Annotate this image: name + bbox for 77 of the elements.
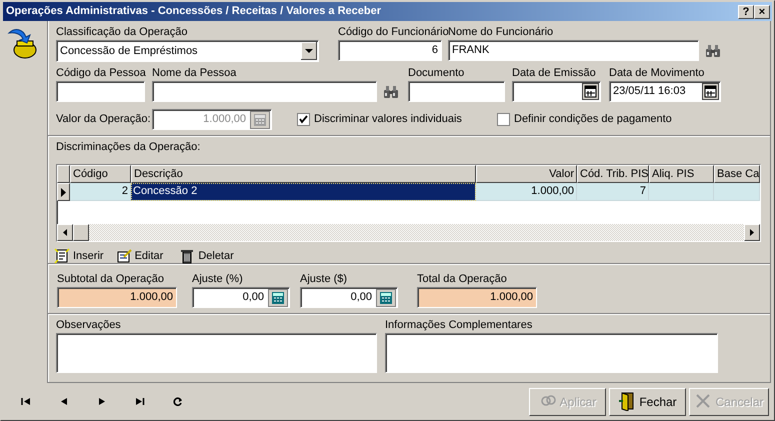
- input-field[interactable]: [56, 81, 145, 102]
- table-cell[interactable]: Concessão 2: [131, 183, 476, 201]
- text-area[interactable]: [56, 333, 377, 373]
- binoculars-icon: [383, 84, 399, 98]
- scroll-button[interactable]: [744, 224, 760, 241]
- input-field[interactable]: [152, 81, 377, 102]
- new-document-icon: [54, 248, 70, 264]
- field-label: Data de Emissão: [512, 66, 596, 80]
- previous-icon[interactable]: [59, 397, 69, 406]
- left-arrow-icon: [63, 229, 67, 236]
- input-field[interactable]: FRANK: [448, 40, 699, 61]
- toolbar-button[interactable]: Inserir: [54, 248, 104, 264]
- text-area[interactable]: [385, 333, 718, 373]
- next-icon[interactable]: [97, 397, 107, 406]
- row-header[interactable]: [57, 183, 70, 201]
- table-cell[interactable]: 1.000,00: [476, 183, 577, 201]
- calendar-icon: [582, 83, 599, 100]
- window-title: Operações Administrativas - Concessões / Receitas / Valores a Receber: [6, 4, 382, 20]
- column-header[interactable]: Cód. Trib. PIS: [577, 165, 649, 183]
- toolbar-button[interactable]: Editar: [116, 248, 164, 264]
- last-record-icon[interactable]: [135, 397, 145, 406]
- checkbox[interactable]: [297, 113, 310, 126]
- toolbar-button[interactable]: Deletar: [179, 248, 234, 264]
- field-label: Valor da Operação:: [56, 112, 152, 128]
- total-field: 1.000,00: [57, 287, 177, 308]
- checkbox-label: Discriminar valores individuais: [314, 112, 462, 128]
- dialog-button[interactable]: Fechar: [609, 388, 686, 416]
- input-field[interactable]: 6: [338, 40, 442, 61]
- right-arrow-icon: [750, 229, 754, 236]
- field-label: Classificação da Operação: [56, 25, 188, 39]
- input-field[interactable]: [408, 81, 505, 102]
- binoculars-icon: [705, 44, 721, 58]
- first-record-icon[interactable]: [21, 397, 31, 406]
- column-header[interactable]: Descrição: [131, 165, 476, 183]
- field-label: Código da Pessoa: [56, 66, 146, 80]
- checkbox-label: Definir condições de pagamento: [514, 112, 672, 128]
- field-label: Código do Funcionário: [338, 25, 449, 39]
- coin-bag-icon: [7, 27, 39, 59]
- number-field[interactable]: 0,00: [192, 287, 290, 308]
- calculator-icon: [376, 288, 396, 306]
- dropdown[interactable]: Concessão de Empréstimos: [56, 40, 319, 62]
- field-label: Observações: [56, 318, 122, 333]
- date-field[interactable]: [512, 81, 601, 102]
- calendar-icon: [702, 83, 719, 100]
- title-button[interactable]: ×: [754, 4, 770, 18]
- field-label: Ajuste ($): [300, 272, 348, 286]
- table-cell[interactable]: [649, 183, 714, 201]
- field-label: Nome do Funcionário: [448, 25, 554, 39]
- column-header[interactable]: Base Ca: [714, 165, 760, 183]
- calculator-icon: [250, 110, 270, 128]
- field-label: Total da Operação: [417, 272, 507, 286]
- refresh-icon[interactable]: [173, 397, 183, 406]
- field-label: Informações Complementares: [385, 318, 534, 333]
- table-cell[interactable]: 2: [70, 183, 131, 201]
- number-field[interactable]: 0,00: [300, 287, 398, 308]
- field-label: Nome da Pessoa: [152, 66, 236, 80]
- table-cell[interactable]: [714, 183, 760, 201]
- column-header[interactable]: Código: [70, 165, 131, 183]
- field-label: Data de Movimento: [609, 66, 704, 80]
- column-header[interactable]: Valor: [476, 165, 577, 183]
- caret-icon: [301, 42, 317, 60]
- checkbox[interactable]: [497, 113, 510, 126]
- table-cell[interactable]: 7: [577, 183, 649, 201]
- field-label: Documento: [408, 66, 464, 80]
- date-field[interactable]: 23/05/11 16:03: [609, 81, 721, 102]
- field-label: Subtotal da Operação: [57, 272, 164, 286]
- column-header[interactable]: Aliq. PIS: [649, 165, 714, 183]
- calculator-icon: [268, 288, 288, 306]
- trash-icon: [179, 248, 196, 264]
- total-field: 1.000,00: [417, 287, 537, 308]
- scroll-thumb[interactable]: [73, 224, 89, 241]
- door-icon: [618, 392, 636, 411]
- field-label: Ajuste (%): [192, 272, 243, 286]
- title-button[interactable]: ?: [738, 4, 754, 18]
- section-title: Discriminações da Operação:: [56, 140, 202, 154]
- scroll-button[interactable]: [57, 224, 73, 241]
- edit-document-icon: [116, 248, 132, 264]
